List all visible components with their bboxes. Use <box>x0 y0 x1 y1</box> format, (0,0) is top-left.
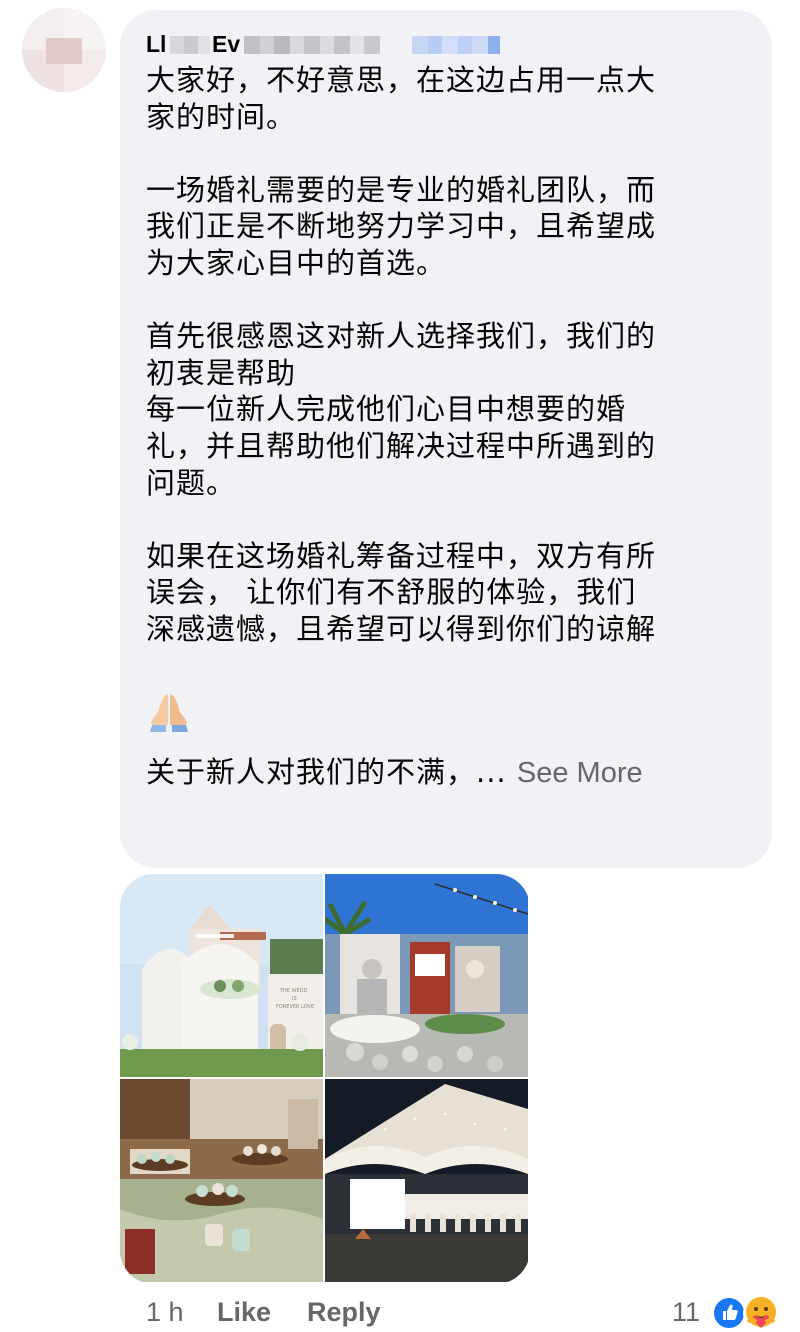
photo-gallery[interactable]: THE WEDD IS FOREVER LOVE <box>120 874 530 1284</box>
comment-paragraph: 大家好，不好意思，在这边占用一点大 家的时间。 <box>146 63 657 134</box>
care-reaction-icon <box>743 1295 779 1331</box>
comment-truncated-line: 关于新人对我们的不满，... See More <box>146 718 758 792</box>
author-name-redaction-blue <box>412 36 500 54</box>
like-reaction-icon <box>712 1296 746 1330</box>
gallery-photo-tent-venue[interactable] <box>325 1079 528 1282</box>
comment-timestamp[interactable]: 1 h <box>146 1294 184 1330</box>
sign-text: IS <box>292 996 297 1002</box>
author-name-redaction <box>170 36 210 54</box>
folded-hands-icon <box>150 694 188 733</box>
comment-text: 大家好，不好意思，在这边占用一点大 家的时间。 一场婚礼需要的是专业的婚礼团队，… <box>146 62 758 792</box>
author-name-part: Ev <box>212 31 241 57</box>
avatar[interactable] <box>22 8 106 92</box>
gallery-photo-outdoor-arches[interactable]: THE WEDD IS FOREVER LOVE <box>120 874 323 1077</box>
gallery-photo-dessert-table[interactable] <box>120 1079 323 1282</box>
avatar-mosaic-block <box>46 38 82 64</box>
reply-button[interactable]: Reply <box>307 1294 381 1330</box>
author-name-redaction <box>244 36 380 54</box>
see-more-link[interactable]: See More <box>517 757 643 789</box>
emoji-line <box>146 654 758 733</box>
like-button[interactable]: Like <box>217 1294 271 1330</box>
reaction-summary[interactable]: 11 <box>672 1292 784 1332</box>
author-name-part: Ll <box>146 31 167 57</box>
comment-author-second[interactable]: Ev <box>212 30 240 58</box>
sign-text: FOREVER LOVE <box>276 1004 314 1010</box>
truncated-text: 关于新人对我们的不满，... <box>146 755 517 790</box>
comment-paragraph: 首先很感恩这对新人选择我们，我们的 初衷是帮助 每一位新人完成他们心目中想要的婚… <box>146 319 657 500</box>
sign-text: THE WEDD <box>279 988 308 994</box>
comment-paragraph: 如果在这场婚礼筹备过程中，双方有所 误会， 让你们有不舒服的体验，我们 深感遗憾… <box>146 538 657 646</box>
comment-author[interactable]: Ll <box>146 30 166 58</box>
reaction-count: 11 <box>672 1297 701 1327</box>
gallery-photo-couple-display[interactable] <box>325 874 528 1077</box>
comment-paragraph: 一场婚礼需要的是专业的婚礼团队，而 我们正是不断地努力学习中，且希望成 为大家心… <box>146 172 657 280</box>
